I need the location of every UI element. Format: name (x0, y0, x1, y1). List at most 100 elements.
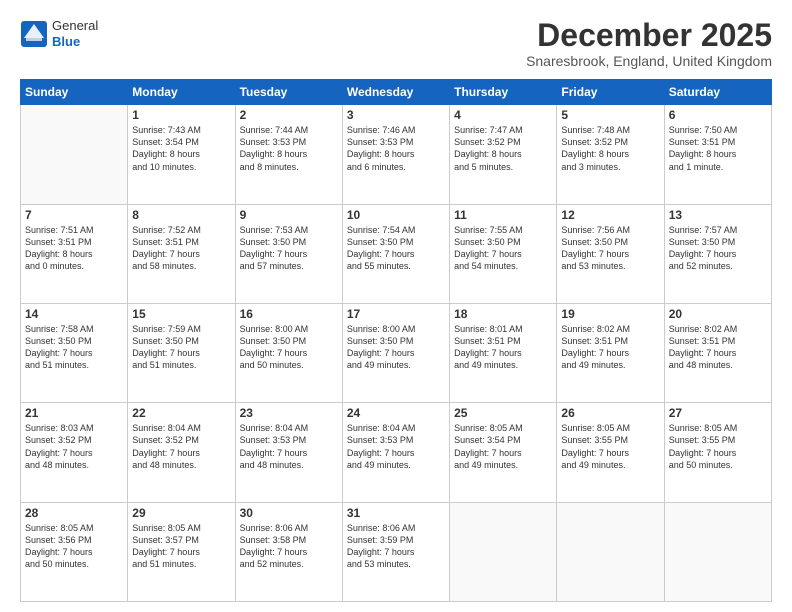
cell-info: Sunrise: 8:05 AMSunset: 3:54 PMDaylight:… (454, 422, 552, 471)
calendar-cell (557, 502, 664, 601)
calendar-cell: 14 Sunrise: 7:58 AMSunset: 3:50 PMDayligh… (21, 303, 128, 402)
calendar-cell (450, 502, 557, 601)
cell-info: Sunrise: 8:06 AMSunset: 3:59 PMDaylight:… (347, 522, 445, 571)
cell-info: Sunrise: 7:57 AMSunset: 3:50 PMDaylight:… (669, 224, 767, 273)
calendar-cell: 13 Sunrise: 7:57 AMSunset: 3:50 PMDayligh… (664, 204, 771, 303)
calendar-cell: 23 Sunrise: 8:04 AMSunset: 3:53 PMDayligh… (235, 403, 342, 502)
day-number: 6 (669, 108, 767, 122)
day-number: 14 (25, 307, 123, 321)
calendar-cell: 15Sunrise: 7:59 AMSunset: 3:50 PMDayligh… (128, 303, 235, 402)
cell-info: Sunrise: 7:52 AMSunset: 3:51 PMDaylight:… (132, 224, 230, 273)
calendar-cell: 11 Sunrise: 7:55 AMSunset: 3:50 PMDayligh… (450, 204, 557, 303)
calendar-cell: 9 Sunrise: 7:53 AMSunset: 3:50 PMDaylight… (235, 204, 342, 303)
cell-info: Sunrise: 8:02 AMSunset: 3:51 PMDaylight:… (561, 323, 659, 372)
calendar-week-row: 21 Sunrise: 8:03 AMSunset: 3:52 PMDayligh… (21, 403, 772, 502)
subtitle: Snaresbrook, England, United Kingdom (526, 53, 772, 69)
cell-info: Sunrise: 7:47 AMSunset: 3:52 PMDaylight:… (454, 124, 552, 173)
calendar-cell (664, 502, 771, 601)
cell-info: Sunrise: 8:04 AMSunset: 3:53 PMDaylight:… (347, 422, 445, 471)
day-number: 4 (454, 108, 552, 122)
calendar-cell: 17 Sunrise: 8:00 AMSunset: 3:50 PMDayligh… (342, 303, 449, 402)
calendar-cell: 22Sunrise: 8:04 AMSunset: 3:52 PMDayligh… (128, 403, 235, 502)
calendar-week-row: 28 Sunrise: 8:05 AMSunset: 3:56 PMDayligh… (21, 502, 772, 601)
day-number: 21 (25, 406, 123, 420)
day-number: 11 (454, 208, 552, 222)
day-number: 17 (347, 307, 445, 321)
calendar-cell: 31Sunrise: 8:06 AMSunset: 3:59 PMDayligh… (342, 502, 449, 601)
day-number: 20 (669, 307, 767, 321)
day-number: 16 (240, 307, 338, 321)
cell-info: Sunrise: 8:05 AMSunset: 3:57 PMDaylight:… (132, 522, 230, 571)
cell-info: Sunrise: 7:50 AMSunset: 3:51 PMDaylight:… (669, 124, 767, 173)
day-number: 28 (25, 506, 123, 520)
calendar-cell: 30 Sunrise: 8:06 AMSunset: 3:58 PMDayligh… (235, 502, 342, 601)
logo: General Blue (20, 18, 98, 49)
cell-info: Sunrise: 8:05 AMSunset: 3:56 PMDaylight:… (25, 522, 123, 571)
col-header-sunday: Sunday (21, 80, 128, 105)
calendar-cell: 4 Sunrise: 7:47 AMSunset: 3:52 PMDaylight… (450, 105, 557, 204)
cell-info: Sunrise: 7:58 AMSunset: 3:50 PMDaylight:… (25, 323, 123, 372)
calendar-cell: 25 Sunrise: 8:05 AMSunset: 3:54 PMDayligh… (450, 403, 557, 502)
cell-info: Sunrise: 8:06 AMSunset: 3:58 PMDaylight:… (240, 522, 338, 571)
calendar-cell: 3Sunrise: 7:46 AMSunset: 3:53 PMDaylight… (342, 105, 449, 204)
calendar-cell: 21 Sunrise: 8:03 AMSunset: 3:52 PMDayligh… (21, 403, 128, 502)
calendar-cell: 5Sunrise: 7:48 AMSunset: 3:52 PMDaylight… (557, 105, 664, 204)
cell-info: Sunrise: 8:03 AMSunset: 3:52 PMDaylight:… (25, 422, 123, 471)
col-header-thursday: Thursday (450, 80, 557, 105)
logo-text: General Blue (52, 18, 98, 49)
calendar-cell: 12 Sunrise: 7:56 AMSunset: 3:50 PMDayligh… (557, 204, 664, 303)
col-header-friday: Friday (557, 80, 664, 105)
calendar-cell: 28 Sunrise: 8:05 AMSunset: 3:56 PMDayligh… (21, 502, 128, 601)
day-number: 7 (25, 208, 123, 222)
day-number: 30 (240, 506, 338, 520)
cell-info: Sunrise: 7:54 AMSunset: 3:50 PMDaylight:… (347, 224, 445, 273)
cell-info: Sunrise: 8:00 AMSunset: 3:50 PMDaylight:… (347, 323, 445, 372)
day-number: 5 (561, 108, 659, 122)
col-header-monday: Monday (128, 80, 235, 105)
calendar-header-row: SundayMondayTuesdayWednesdayThursdayFrid… (21, 80, 772, 105)
cell-info: Sunrise: 8:01 AMSunset: 3:51 PMDaylight:… (454, 323, 552, 372)
day-number: 10 (347, 208, 445, 222)
day-number: 19 (561, 307, 659, 321)
day-number: 25 (454, 406, 552, 420)
calendar-table: SundayMondayTuesdayWednesdayThursdayFrid… (20, 79, 772, 602)
calendar-week-row: 7 Sunrise: 7:51 AMSunset: 3:51 PMDaylight… (21, 204, 772, 303)
col-header-wednesday: Wednesday (342, 80, 449, 105)
calendar-cell: 29Sunrise: 8:05 AMSunset: 3:57 PMDayligh… (128, 502, 235, 601)
page: General Blue December 2025 Snaresbrook, … (0, 0, 792, 612)
calendar-week-row: 14 Sunrise: 7:58 AMSunset: 3:50 PMDayligh… (21, 303, 772, 402)
cell-info: Sunrise: 7:44 AMSunset: 3:53 PMDaylight:… (240, 124, 338, 173)
calendar-cell: 2 Sunrise: 7:44 AMSunset: 3:53 PMDaylight… (235, 105, 342, 204)
calendar-week-row: 1 Sunrise: 7:43 AMSunset: 3:54 PMDaylight… (21, 105, 772, 204)
day-number: 8 (132, 208, 230, 222)
month-title: December 2025 (526, 18, 772, 53)
cell-info: Sunrise: 7:55 AMSunset: 3:50 PMDaylight:… (454, 224, 552, 273)
day-number: 9 (240, 208, 338, 222)
col-header-saturday: Saturday (664, 80, 771, 105)
cell-info: Sunrise: 7:56 AMSunset: 3:50 PMDaylight:… (561, 224, 659, 273)
calendar-cell: 7 Sunrise: 7:51 AMSunset: 3:51 PMDaylight… (21, 204, 128, 303)
calendar-cell (21, 105, 128, 204)
cell-info: Sunrise: 7:43 AMSunset: 3:54 PMDaylight:… (132, 124, 230, 173)
calendar-cell: 1 Sunrise: 7:43 AMSunset: 3:54 PMDaylight… (128, 105, 235, 204)
cell-info: Sunrise: 7:46 AMSunset: 3:53 PMDaylight:… (347, 124, 445, 173)
cell-info: Sunrise: 8:04 AMSunset: 3:53 PMDaylight:… (240, 422, 338, 471)
col-header-tuesday: Tuesday (235, 80, 342, 105)
cell-info: Sunrise: 7:51 AMSunset: 3:51 PMDaylight:… (25, 224, 123, 273)
calendar-cell: 26Sunrise: 8:05 AMSunset: 3:55 PMDayligh… (557, 403, 664, 502)
day-number: 1 (132, 108, 230, 122)
day-number: 24 (347, 406, 445, 420)
day-number: 23 (240, 406, 338, 420)
logo-blue: Blue (52, 34, 98, 50)
day-number: 12 (561, 208, 659, 222)
logo-general: General (52, 18, 98, 34)
calendar-cell: 18Sunrise: 8:01 AMSunset: 3:51 PMDayligh… (450, 303, 557, 402)
calendar-cell: 6 Sunrise: 7:50 AMSunset: 3:51 PMDaylight… (664, 105, 771, 204)
calendar-cell: 16 Sunrise: 8:00 AMSunset: 3:50 PMDayligh… (235, 303, 342, 402)
day-number: 2 (240, 108, 338, 122)
cell-info: Sunrise: 8:00 AMSunset: 3:50 PMDaylight:… (240, 323, 338, 372)
day-number: 13 (669, 208, 767, 222)
cell-info: Sunrise: 7:59 AMSunset: 3:50 PMDaylight:… (132, 323, 230, 372)
cell-info: Sunrise: 8:02 AMSunset: 3:51 PMDaylight:… (669, 323, 767, 372)
cell-info: Sunrise: 7:53 AMSunset: 3:50 PMDaylight:… (240, 224, 338, 273)
